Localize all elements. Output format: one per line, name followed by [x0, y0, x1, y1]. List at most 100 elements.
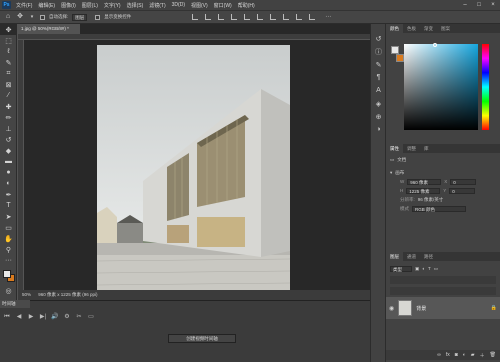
align-top-icon[interactable] [231, 14, 238, 20]
menu-edit[interactable]: 编辑(E) [35, 2, 58, 9]
document-size-info[interactable]: 960 像素 x 1225 像素 (96 ppi) [38, 292, 97, 297]
quick-mask-icon[interactable]: ◎ [0, 285, 17, 296]
more-icon[interactable]: ··· [0, 255, 17, 266]
tab-channels[interactable]: 通道 [403, 252, 420, 261]
history-icon[interactable]: ↺ [371, 32, 386, 45]
align-right-icon[interactable] [218, 14, 225, 20]
zoom-icon[interactable]: ⚲ [0, 244, 17, 255]
filter-type-icon[interactable]: T [428, 266, 431, 271]
gradient-icon[interactable]: ▬ [0, 156, 17, 167]
menu-view[interactable]: 视图(V) [188, 2, 211, 9]
fx-icon[interactable]: fx [446, 352, 450, 358]
distribute-horizontal-icon[interactable] [296, 14, 303, 20]
audio-icon[interactable]: 🔊 [50, 313, 60, 321]
tab-gradients[interactable]: 渐变 [420, 24, 437, 33]
document-tab[interactable]: 1.jpg @ 50%(RGB/8#) * [18, 24, 80, 34]
minimize-button[interactable]: – [458, 2, 472, 8]
menu-window[interactable]: 窗口(W) [211, 2, 235, 9]
dodge-icon[interactable]: ◐ [0, 178, 17, 189]
menu-type[interactable]: 文字(Y) [101, 2, 124, 9]
color-picker-field[interactable] [404, 44, 478, 130]
marquee-icon[interactable]: ⬚ [0, 35, 17, 46]
show-transform-checkbox[interactable] [95, 14, 101, 20]
next-frame-icon[interactable]: ▶| [38, 313, 48, 321]
previous-frame-icon[interactable]: ◀ [14, 313, 24, 321]
stamp-icon[interactable]: ⊥ [0, 123, 17, 134]
styles-icon[interactable]: ◑ [371, 123, 386, 136]
menu-help[interactable]: 帮助(H) [235, 2, 258, 9]
menu-filter[interactable]: 滤镜(T) [146, 2, 168, 9]
info-icon[interactable]: ⓘ [371, 45, 386, 58]
menu-file[interactable]: 文件(F) [13, 2, 35, 9]
foreground-color-swatch[interactable] [3, 270, 11, 278]
home-icon[interactable]: ⌂ [4, 13, 12, 21]
tab-adjustments[interactable]: 调整 [403, 144, 420, 153]
maximize-button[interactable]: □ [472, 2, 486, 8]
menu-image[interactable]: 图像(I) [58, 2, 79, 9]
transition-icon[interactable]: ▭ [86, 313, 96, 321]
character-icon[interactable]: A [371, 84, 386, 97]
timeline-tab[interactable]: 时间轴 [0, 300, 30, 308]
move-tool-icon[interactable]: ✥ [16, 13, 24, 21]
navigator-icon[interactable]: ⊕ [371, 110, 386, 123]
distribute-spacing-icon[interactable] [309, 14, 316, 20]
color-background-swatch[interactable] [396, 54, 404, 62]
healing-icon[interactable]: ✚ [0, 101, 17, 112]
crop-icon[interactable]: ⌗ [0, 68, 17, 79]
path-select-icon[interactable]: ➤ [0, 211, 17, 222]
tab-color[interactable]: 颜色 [386, 24, 403, 33]
menu-layer[interactable]: 图层(L) [79, 2, 101, 9]
height-field[interactable]: 1225 像素 [406, 187, 441, 194]
y-field[interactable]: 0 [449, 187, 476, 194]
tab-libraries[interactable]: 库 [420, 144, 433, 153]
quick-select-icon[interactable]: ✎ [0, 57, 17, 68]
3d-icon[interactable]: ◈ [371, 97, 386, 110]
chevron-down-icon[interactable]: ▾ [28, 13, 36, 21]
create-video-timeline-button[interactable]: 创建视频时间轴 [168, 334, 236, 343]
tab-paths[interactable]: 路径 [420, 252, 437, 261]
canvas-section-header[interactable]: ▾ 画布 [386, 168, 500, 177]
link-icon[interactable]: ∞ [437, 352, 441, 358]
hue-slider[interactable] [482, 44, 489, 130]
layer-filter-dropdown[interactable]: 类型 [390, 265, 412, 272]
layer-row[interactable]: ◉ 背景 🔒 [386, 297, 500, 319]
history-brush-icon[interactable]: ↺ [0, 134, 17, 145]
tab-properties[interactable]: 属性 [386, 144, 403, 153]
more-options-button[interactable]: ··· [325, 14, 331, 20]
frame-icon[interactable]: ⊠ [0, 79, 17, 90]
new-layer-icon[interactable]: ＋ [480, 352, 485, 359]
filter-adjust-icon[interactable]: ◐ [422, 266, 425, 271]
auto-select-checkbox[interactable] [40, 14, 45, 20]
folder-icon[interactable]: ▰ [471, 352, 475, 358]
zoom-level[interactable]: 50% [22, 292, 31, 297]
lasso-icon[interactable]: ℓ [0, 46, 17, 57]
eyedropper-icon[interactable]: ⁄ [0, 90, 17, 101]
close-button[interactable]: × [486, 2, 500, 8]
play-icon[interactable]: ▶ [26, 313, 36, 321]
eraser-icon[interactable]: ◆ [0, 145, 17, 156]
shape-icon[interactable]: ▭ [0, 222, 17, 233]
pen-icon[interactable]: ✒ [0, 189, 17, 200]
paragraph-icon[interactable]: ¶ [371, 71, 386, 84]
align-left-icon[interactable] [192, 14, 199, 20]
auto-select-dropdown[interactable]: 图层 [72, 13, 88, 21]
distribute-icon[interactable] [270, 14, 277, 20]
trash-icon[interactable]: 🗑 [490, 352, 496, 358]
settings-icon[interactable]: ⚙ [62, 313, 72, 321]
x-field[interactable]: 0 [450, 178, 477, 185]
color-foreground-swatch[interactable] [391, 46, 399, 54]
mask-icon[interactable]: ◙ [455, 352, 458, 358]
blur-icon[interactable]: ● [0, 167, 17, 178]
filter-pixel-icon[interactable]: ▣ [415, 266, 419, 272]
move-icon[interactable]: ✥ [0, 24, 17, 35]
type-icon[interactable]: T [0, 200, 17, 211]
align-center-icon[interactable] [205, 14, 212, 20]
align-bottom-icon[interactable] [257, 14, 264, 20]
tab-layers[interactable]: 图层 [386, 252, 403, 261]
align-middle-icon[interactable] [244, 14, 251, 20]
menu-3d[interactable]: 3D(D) [169, 2, 188, 8]
mode-dropdown[interactable]: RGB 颜色 [412, 205, 466, 212]
split-icon[interactable]: ✂ [74, 313, 84, 321]
filter-shape-icon[interactable]: ▭ [434, 266, 438, 272]
tab-swatches[interactable]: 色板 [403, 24, 420, 33]
